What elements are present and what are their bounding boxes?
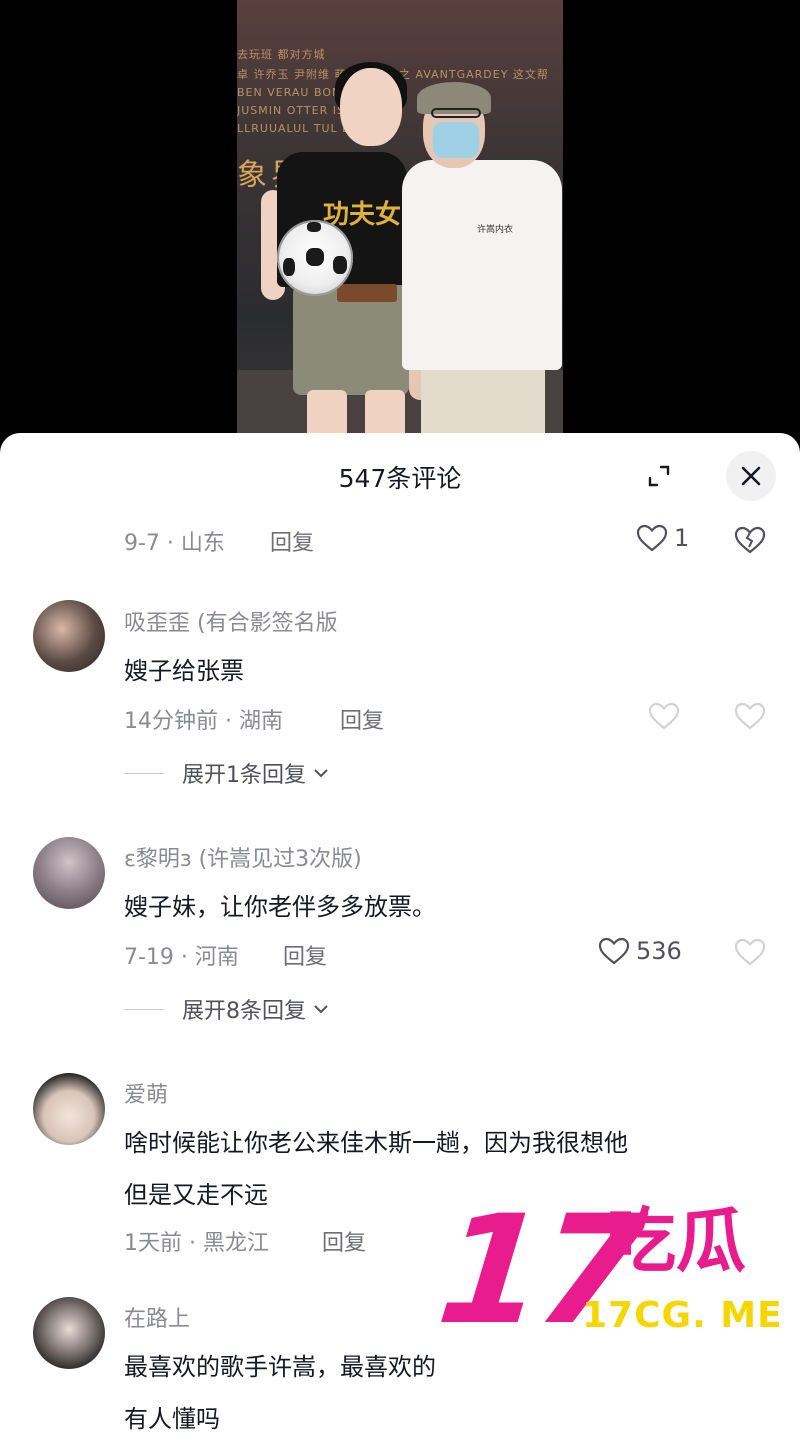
comment-author[interactable]: ε黎明з (许嵩见过3次版) xyxy=(124,841,362,873)
comment-meta: 14分钟前 · 湖南 xyxy=(124,709,283,734)
broken-heart-icon xyxy=(734,702,766,730)
woman-belt xyxy=(337,284,397,302)
reply-button[interactable]: 回复 xyxy=(340,703,384,735)
video-area[interactable]: 去玩班 都对方城 卓 许乔玉 尹附维 萌莱莱 阳邦之 AVANTGARDEY 这… xyxy=(0,0,800,450)
comment-author[interactable]: 爱萌 xyxy=(124,1077,168,1109)
reply-button[interactable]: 回复 xyxy=(322,1225,366,1257)
comment-meta: 9-7 · 山东 xyxy=(124,531,225,556)
like-button[interactable]: 536 xyxy=(598,936,682,966)
reply-button[interactable]: 回复 xyxy=(270,525,314,557)
comment-text: 嫂子妹，让你老伴多多放票。 xyxy=(124,893,436,921)
reply-button[interactable]: 回复 xyxy=(283,939,327,971)
comment-author[interactable]: 吸歪歪 (有合影签名版 xyxy=(124,605,338,637)
dislike-button[interactable] xyxy=(734,525,766,559)
expand-icon xyxy=(648,465,670,487)
close-button[interactable] xyxy=(726,451,776,501)
comment-text: 嫂子给张票 xyxy=(124,657,244,685)
dislike-button[interactable] xyxy=(734,701,766,735)
man-shirt-print: 许嵩内衣 xyxy=(477,225,514,235)
post-photo: 去玩班 都对方城 卓 许乔玉 尹附维 萌莱莱 阳邦之 AVANTGARDEY 这… xyxy=(237,0,563,450)
comment-text-line: 有人懂吗 xyxy=(124,1405,220,1433)
divider-line xyxy=(124,772,164,774)
comment-text-line: 最喜欢的歌手许嵩，最喜欢的 xyxy=(124,1353,436,1381)
comment-author[interactable]: 在路上 xyxy=(124,1301,190,1333)
expand-replies-label: 展开1条回复 xyxy=(182,763,306,788)
chevron-down-icon xyxy=(314,769,328,778)
like-button[interactable]: 1 xyxy=(636,523,689,553)
watermark-url: 17CG. ME xyxy=(582,1295,783,1336)
comment-meta: 1天前 · 黑龙江 xyxy=(124,1231,269,1256)
comments-header: 547条评论 xyxy=(0,433,800,521)
comment-meta: 7-19 · 河南 xyxy=(124,945,239,970)
heart-icon xyxy=(648,702,680,730)
backdrop-text-1: 去玩班 都对方城 xyxy=(237,48,326,61)
expand-button[interactable] xyxy=(634,451,684,501)
comment-text-line: 但是又走不远 xyxy=(124,1181,268,1209)
broken-heart-icon xyxy=(734,526,766,554)
man-glasses xyxy=(431,108,481,118)
expand-replies-button[interactable]: 展开1条回复 xyxy=(124,757,330,789)
heart-icon xyxy=(598,937,630,965)
comment-text-line: 啥时候能让你老公来佳木斯一趟，因为我很想他 xyxy=(124,1129,628,1157)
avatar[interactable] xyxy=(33,1297,105,1369)
expand-replies-button[interactable]: 展开8条回复 xyxy=(124,993,330,1025)
like-count: 536 xyxy=(636,937,682,965)
watermark-brand: 吃瓜 xyxy=(606,1200,746,1282)
heart-icon xyxy=(636,524,668,552)
comments-sheet: 547条评论 9-7 · 山东 回复 1 吸歪歪 (有合影签名版 嫂子给张票 1… xyxy=(0,433,800,1434)
expand-replies-label: 展开8条回复 xyxy=(182,999,306,1024)
dislike-button[interactable] xyxy=(734,937,766,971)
close-icon xyxy=(741,466,761,486)
avatar[interactable] xyxy=(33,837,105,909)
broken-heart-icon xyxy=(734,938,766,966)
man-mask xyxy=(433,122,479,158)
woman-face xyxy=(340,68,402,146)
avatar[interactable] xyxy=(33,600,105,672)
like-count: 1 xyxy=(674,524,690,552)
soccer-ball xyxy=(277,220,353,296)
avatar[interactable] xyxy=(33,1073,105,1145)
chevron-down-icon xyxy=(314,1005,328,1014)
divider-line xyxy=(124,1008,164,1010)
man-shirt xyxy=(402,160,562,370)
like-button[interactable] xyxy=(648,701,680,731)
